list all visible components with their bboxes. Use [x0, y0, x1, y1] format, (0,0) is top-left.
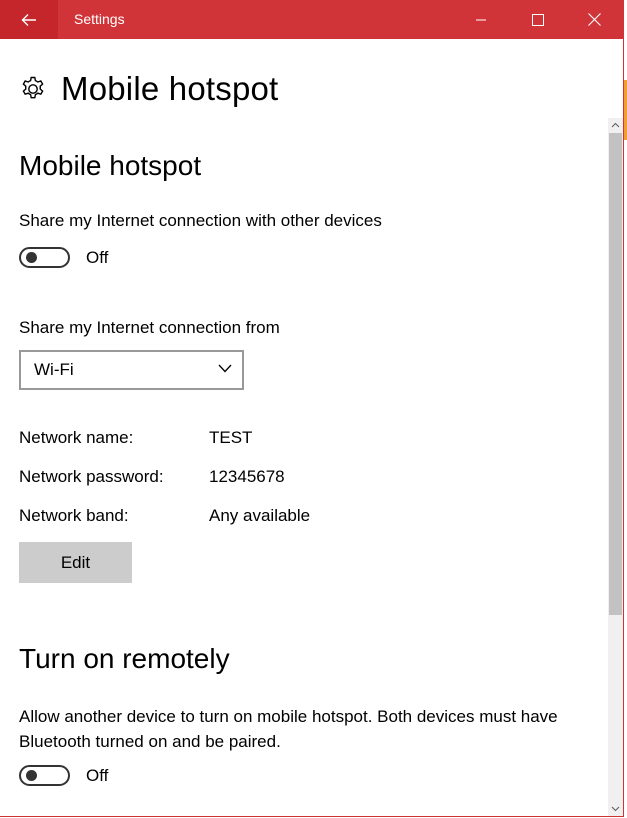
- scroll-up-button[interactable]: [608, 118, 623, 132]
- maximize-button[interactable]: [509, 0, 566, 39]
- scroll-down-button[interactable]: [608, 802, 623, 816]
- section-title-turn-on-remotely: Turn on remotely: [19, 643, 230, 674]
- close-button[interactable]: [566, 0, 623, 39]
- title-bar: Settings: [0, 0, 623, 39]
- network-name-value: TEST: [209, 428, 253, 447]
- gear-icon: [22, 76, 44, 99]
- back-button[interactable]: [0, 0, 58, 39]
- remote-toggle-row: Off: [19, 765, 108, 786]
- page-header: Mobile hotspot: [19, 70, 278, 108]
- network-password-key: Network password:: [19, 467, 164, 486]
- page-title: Mobile hotspot: [61, 70, 279, 107]
- share-connection-toggle-state: Off: [86, 247, 109, 267]
- chevron-down-icon: [218, 364, 232, 373]
- minimize-icon: [475, 19, 486, 20]
- chevron-down-icon: [611, 806, 620, 812]
- remote-toggle[interactable]: [19, 765, 70, 786]
- toggle-knob: [26, 770, 37, 781]
- edit-button[interactable]: Edit: [19, 542, 132, 583]
- maximize-icon: [531, 13, 544, 26]
- minimize-button[interactable]: [452, 0, 509, 39]
- settings-window: Settings Mobile hotspot Mobile hotspot S…: [0, 0, 624, 817]
- share-connection-toggle[interactable]: [19, 247, 70, 268]
- vertical-scrollbar[interactable]: [608, 118, 623, 816]
- back-arrow-icon: [21, 13, 36, 26]
- scroll-thumb[interactable]: [609, 133, 622, 615]
- chevron-up-icon: [611, 122, 620, 128]
- network-band-value: Any available: [209, 506, 311, 525]
- network-name-key: Network name:: [19, 428, 134, 447]
- network-band-key: Network band:: [19, 506, 129, 525]
- share-connection-toggle-row: Off: [19, 247, 108, 268]
- network-password-value: 12345678: [209, 467, 285, 486]
- section-title-mobile-hotspot: Mobile hotspot: [19, 150, 202, 181]
- toggle-knob: [26, 252, 37, 263]
- remote-toggle-state: Off: [86, 765, 109, 785]
- share-connection-label: Share my Internet connection with other …: [19, 211, 382, 230]
- share-from-dropdown[interactable]: Wi-Fi: [19, 350, 244, 390]
- share-from-label: Share my Internet connection from: [19, 318, 280, 337]
- share-from-value: Wi-Fi: [34, 360, 74, 379]
- remote-description: Allow another device to turn on mobile h…: [19, 707, 558, 751]
- window-title: Settings: [74, 11, 125, 27]
- close-icon: [588, 13, 601, 26]
